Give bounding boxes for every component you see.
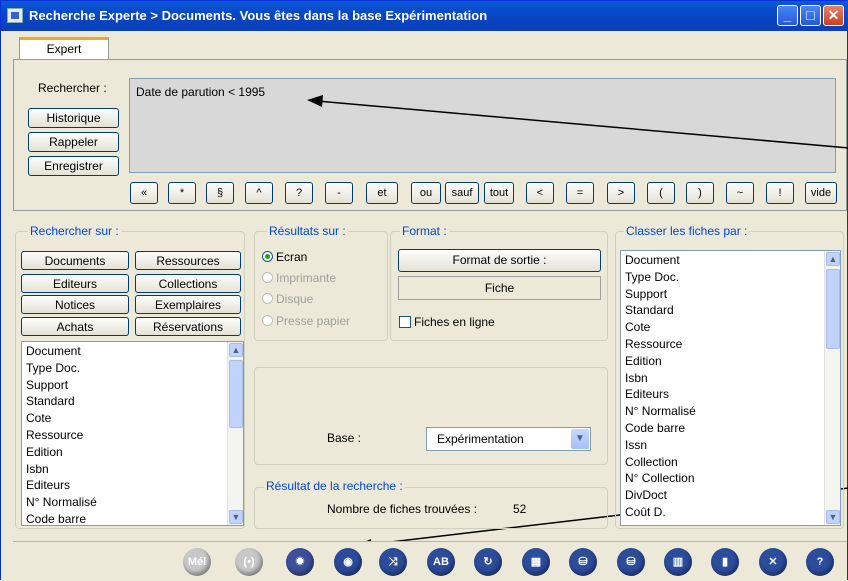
list-item[interactable]: Support xyxy=(22,377,243,394)
list-item[interactable]: N° Collection xyxy=(621,470,840,487)
list-item[interactable]: Ressource xyxy=(22,427,243,444)
basket-add-icon[interactable]: ⛁ xyxy=(617,548,645,576)
scroll-up-icon[interactable]: ▲ xyxy=(826,252,840,266)
list-item[interactable]: Code barre xyxy=(621,420,840,437)
list-item[interactable]: Type Doc. xyxy=(22,360,243,377)
chevron-down-icon[interactable]: ▼ xyxy=(571,429,589,449)
notices-button[interactable]: Notices xyxy=(21,295,129,314)
scroll-thumb[interactable] xyxy=(229,360,243,428)
result-count-value: 52 xyxy=(513,502,527,516)
list-item[interactable]: Isbn xyxy=(621,370,840,387)
fields-scrollbar[interactable]: ▲ ▼ xyxy=(227,342,243,525)
list-item[interactable]: Edition xyxy=(22,444,243,461)
collections-button[interactable]: Collections xyxy=(135,274,241,293)
checkbox-icon xyxy=(399,316,411,328)
format-value: Fiche xyxy=(398,276,601,300)
help-icon[interactable]: ? xyxy=(806,548,834,576)
result-count-label: Nombre de fiches trouvées : xyxy=(327,502,478,516)
editeurs-button[interactable]: Editeurs xyxy=(21,274,129,293)
fiches-en-ligne-checkbox[interactable]: Fiches en ligne xyxy=(399,315,495,329)
list-item[interactable]: Editeurs xyxy=(621,386,840,403)
refresh-icon[interactable]: ↻ xyxy=(474,548,502,576)
radio-imprimante-label: Imprimante xyxy=(276,271,337,285)
classer-scrollbar[interactable]: ▲ ▼ xyxy=(824,251,840,525)
arrow-head-query xyxy=(307,95,323,107)
radio-ecran[interactable]: Ecran xyxy=(262,250,307,264)
radio-selected-icon xyxy=(262,251,273,262)
resultat-title: Résultat de la recherche : xyxy=(264,479,405,493)
arrow-line-to-query xyxy=(316,100,848,149)
list-item[interactable]: Standard xyxy=(621,302,840,319)
reservations-button[interactable]: Réservations xyxy=(135,317,241,336)
radio-icon xyxy=(262,293,273,304)
fiches-en-ligne-label: Fiches en ligne xyxy=(414,315,495,329)
radio-disque: Disque xyxy=(262,292,313,306)
documents-button[interactable]: Documents xyxy=(21,251,129,270)
list-item[interactable]: Coût D. xyxy=(621,504,840,521)
base-select[interactable]: Expérimentation ▼ xyxy=(426,427,591,451)
eye-icon[interactable]: ◉ xyxy=(334,548,362,576)
base-label: Base : xyxy=(327,431,362,445)
shuffle-icon[interactable]: ⤨ xyxy=(379,548,407,576)
scroll-thumb[interactable] xyxy=(826,269,840,349)
close-icon[interactable]: ✕ xyxy=(759,548,787,576)
connect-icon: (•) xyxy=(235,548,263,576)
radio-ecran-label: Ecran xyxy=(276,250,308,264)
classer-title: Classer les fiches par : xyxy=(624,224,750,238)
scroll-up-icon[interactable]: ▲ xyxy=(229,343,243,357)
ressources-button[interactable]: Ressources xyxy=(135,251,241,270)
rechercher-sur-fields-list[interactable]: Document Type Doc. Support Standard Cote… xyxy=(21,341,244,526)
list-item[interactable]: Collection xyxy=(621,454,840,471)
list-item[interactable]: Document xyxy=(621,252,840,269)
list-item[interactable]: Code barre xyxy=(22,511,243,525)
format-de-sortie-button[interactable]: Format de sortie : xyxy=(398,249,601,272)
list-item[interactable]: Ressource xyxy=(621,336,840,353)
list-item[interactable]: Editeurs xyxy=(22,477,243,494)
radio-presse-papier: Presse papier xyxy=(262,314,350,328)
list-item[interactable]: Isbn xyxy=(22,461,243,478)
mail-label: Mél xyxy=(187,556,207,568)
main-window: Recherche Experte > Documents. Vous êtes… xyxy=(0,0,848,581)
basket-icon[interactable]: ⛁ xyxy=(569,548,597,576)
radio-icon xyxy=(262,315,273,326)
mail-icon: Mél xyxy=(183,548,211,576)
grid-icon[interactable]: ▦ xyxy=(522,548,550,576)
radio-icon xyxy=(262,272,273,283)
list-item[interactable]: Issn xyxy=(621,437,840,454)
scroll-down-icon[interactable]: ▼ xyxy=(826,510,840,524)
list-item[interactable]: Cote xyxy=(22,410,243,427)
rechercher-sur-title: Rechercher sur : xyxy=(28,224,121,238)
list-item[interactable]: Support xyxy=(621,286,840,303)
list-item[interactable]: N° Normalisé xyxy=(621,403,840,420)
radio-imprimante: Imprimante xyxy=(262,271,336,285)
list-item[interactable]: DivDoct xyxy=(621,487,840,504)
notebook-icon[interactable]: ▮ xyxy=(711,548,739,576)
base-select-value: Expérimentation xyxy=(437,432,524,446)
spell-check-icon[interactable]: AB xyxy=(427,548,455,576)
list-item[interactable]: Standard xyxy=(22,393,243,410)
list-item[interactable]: Edition xyxy=(621,353,840,370)
settings-icon[interactable]: ✹ xyxy=(286,548,314,576)
exemplaires-button[interactable]: Exemplaires xyxy=(135,295,241,314)
format-title: Format : xyxy=(400,224,449,238)
achats-button[interactable]: Achats xyxy=(21,317,129,336)
radio-disque-label: Disque xyxy=(276,292,314,306)
resultats-sur-title: Résultats sur : xyxy=(267,224,348,238)
list-item[interactable]: Type Doc. xyxy=(621,269,840,286)
scroll-down-icon[interactable]: ▼ xyxy=(229,510,243,524)
list-item[interactable]: N° Normalisé xyxy=(22,494,243,511)
list-item[interactable]: Cote xyxy=(621,319,840,336)
trash-icon[interactable]: ▥ xyxy=(664,548,692,576)
classer-fields-list[interactable]: Document Type Doc. Support Standard Cote… xyxy=(620,250,841,526)
list-item[interactable]: Document xyxy=(22,343,243,360)
radio-presse-papier-label: Presse papier xyxy=(276,314,351,328)
